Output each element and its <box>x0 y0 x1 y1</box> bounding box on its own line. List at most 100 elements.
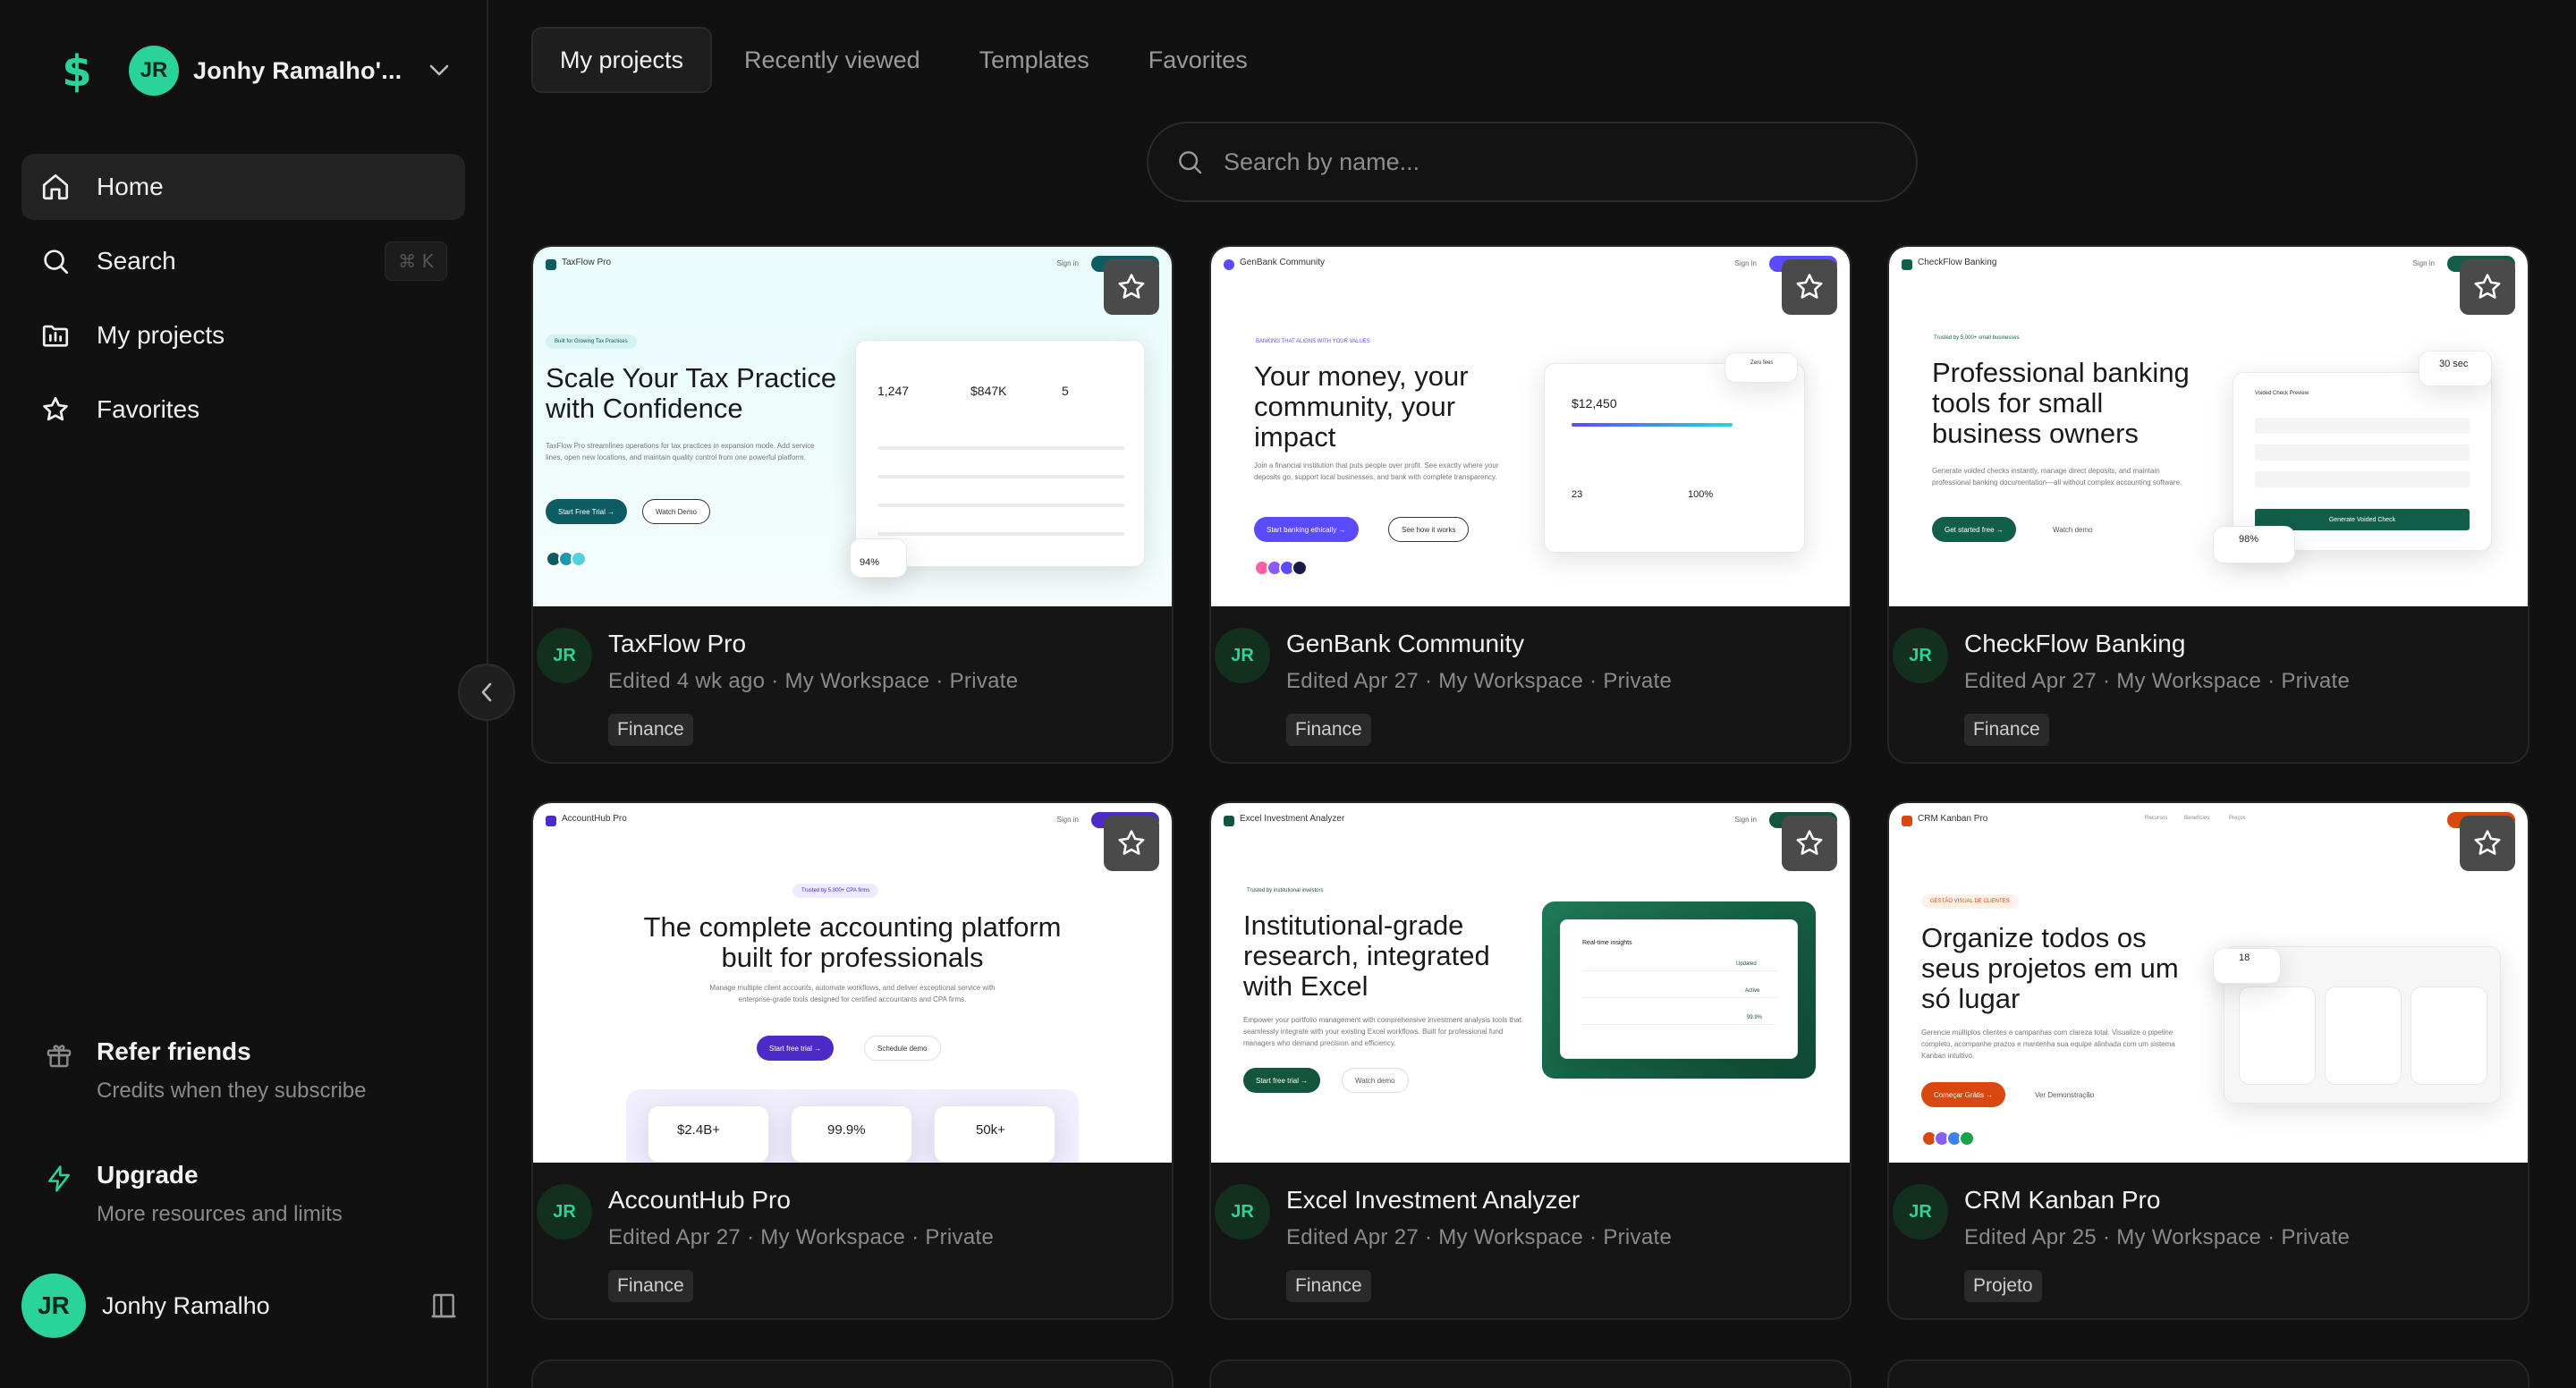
project-info: JR AccountHub Pro Edited Apr 27 · My Wor… <box>533 1163 1172 1318</box>
favorite-button[interactable] <box>1782 816 1837 871</box>
mini-stat-card: 98% <box>2213 526 2295 563</box>
sidebar-item-projects[interactable]: My projects <box>21 302 465 368</box>
sidebar-item-label: Favorites <box>97 395 200 423</box>
star-icon <box>2474 830 2501 855</box>
project-tabs: My projects Recently viewed Templates Fa… <box>531 27 1280 93</box>
tab-recently-viewed[interactable]: Recently viewed <box>717 27 947 93</box>
mini-description: TaxFlow Pro streamlines operations for t… <box>546 442 815 461</box>
workspace-avatar: JR <box>129 46 179 96</box>
tab-my-projects[interactable]: My projects <box>531 27 713 93</box>
tab-templates[interactable]: Templates <box>953 27 1116 93</box>
project-meta: Edited Apr 27 · My Workspace · Private <box>1964 669 2351 693</box>
favorite-button[interactable] <box>1104 816 1159 871</box>
mini-secondary-button: Watch Demo <box>642 499 710 524</box>
project-info: JR Excel Investment Analyzer Edited Apr … <box>1211 1163 1850 1318</box>
star-icon <box>39 394 72 426</box>
project-thumbnail[interactable]: GenBank Community Sign in BANKING THAT A… <box>1211 247 1850 606</box>
project-card[interactable] <box>1209 1359 1852 1388</box>
search-icon <box>39 245 72 277</box>
project-name[interactable]: CRM Kanban Pro <box>1964 1186 2160 1214</box>
mini-signin: Sign in <box>2412 259 2435 267</box>
avatar: JR <box>1893 1184 1948 1240</box>
tab-favorites[interactable]: Favorites <box>1122 27 1275 93</box>
star-icon <box>1796 274 1823 299</box>
project-card[interactable] <box>531 1359 1174 1388</box>
mini-primary-button: Start Free Trial → <box>546 499 628 524</box>
workspace-switcher[interactable]: $ JR Jonhy Ramalho'... <box>55 45 452 97</box>
main-content: My projects Recently viewed Templates Fa… <box>490 0 2576 1388</box>
project-tag: Projeto <box>1964 1270 2042 1302</box>
mini-signin: Sign in <box>1734 816 1757 824</box>
project-card[interactable]: AccountHub Pro Sign in Trusted by 5,000+… <box>531 801 1174 1320</box>
mini-brand: CRM Kanban Pro <box>1918 814 1988 824</box>
project-thumbnail[interactable]: CheckFlow Banking Sign in Trusted by 5,0… <box>1889 247 2528 606</box>
project-name[interactable]: TaxFlow Pro <box>608 630 746 658</box>
mini-avatars <box>546 551 587 567</box>
search-input[interactable] <box>1224 148 1850 176</box>
project-thumbnail[interactable]: AccountHub Pro Sign in Trusted by 5,000+… <box>533 803 1172 1163</box>
shortcut-badge: ⌘ K <box>385 241 447 281</box>
workspace-name: Jonhy Ramalho'... <box>193 56 402 84</box>
favorite-button[interactable] <box>2460 259 2515 315</box>
project-name[interactable]: GenBank Community <box>1286 630 1524 658</box>
mini-description: Join a financial institution that puts p… <box>1254 461 1499 481</box>
project-card[interactable]: CRM Kanban Pro Recursos Benefícios Preço… <box>1887 801 2529 1320</box>
mini-primary-button: Start banking ethically → <box>1254 517 1359 542</box>
mini-logo <box>1902 259 1912 270</box>
collapse-sidebar-button[interactable] <box>458 664 515 721</box>
project-tag: Finance <box>608 1270 693 1302</box>
mini-primary-button: Começar Grátis → <box>1921 1082 2006 1107</box>
favorite-button[interactable] <box>1782 259 1837 315</box>
mini-stats-band: $2.4B+ 99.9% 50k+ <box>626 1089 1079 1163</box>
sidebar-item-home[interactable]: Home <box>21 154 465 220</box>
mini-secondary-button: Watch demo <box>1342 1068 1409 1093</box>
mini-avatars <box>1921 1130 1975 1147</box>
mini-brand: GenBank Community <box>1240 258 1326 267</box>
project-meta: Edited Apr 27 · My Workspace · Private <box>1286 1225 1673 1249</box>
sidebar-toggle-icon[interactable] <box>428 1290 460 1322</box>
project-card[interactable]: TaxFlow Pro Sign in Built for Growing Ta… <box>531 245 1174 764</box>
svg-text:$: $ <box>62 47 91 95</box>
project-card[interactable]: CheckFlow Banking Sign in Trusted by 5,0… <box>1887 245 2529 764</box>
project-name[interactable]: AccountHub Pro <box>608 1186 791 1214</box>
chevron-down-icon[interactable] <box>427 58 452 83</box>
sidebar-item-search[interactable]: Search ⌘ K <box>21 228 465 294</box>
mini-headline: The complete accounting platform built f… <box>643 911 1062 973</box>
project-meta: Edited Apr 27 · My Workspace · Private <box>608 1225 995 1249</box>
project-thumbnail[interactable]: CRM Kanban Pro Recursos Benefícios Preço… <box>1889 803 2528 1163</box>
avatar: JR <box>537 1184 592 1240</box>
mini-check-preview: Voided Check Preview Generate Voided Che… <box>2233 372 2492 551</box>
search-bar[interactable] <box>1147 122 1918 202</box>
project-card[interactable] <box>1887 1359 2529 1388</box>
project-info: JR GenBank Community Edited Apr 27 · My … <box>1211 606 1850 762</box>
avatar: JR <box>1893 628 1948 683</box>
project-thumbnail[interactable]: TaxFlow Pro Sign in Built for Growing Ta… <box>533 247 1172 606</box>
mini-dashboard: $12,450 23 100% <box>1544 363 1805 553</box>
user-profile[interactable]: JR Jonhy Ramalho <box>21 1274 460 1338</box>
refer-friends[interactable]: Refer friends Credits when they subscrib… <box>43 1037 366 1104</box>
mini-badge: Trusted by institutional investors <box>1247 888 1324 893</box>
favorite-button[interactable] <box>2460 816 2515 871</box>
project-tag: Finance <box>1286 714 1371 746</box>
upgrade[interactable]: Upgrade More resources and limits <box>43 1161 343 1227</box>
gift-icon <box>43 1039 75 1071</box>
refer-subtitle: Credits when they subscribe <box>97 1079 367 1103</box>
avatar: JR <box>21 1274 86 1338</box>
mini-signin: Sign in <box>1056 816 1079 824</box>
project-name[interactable]: Excel Investment Analyzer <box>1286 1186 1580 1214</box>
mini-headline: Organize todos os seus projetos em um só… <box>1921 922 2179 1014</box>
mini-brand: Excel Investment Analyzer <box>1240 814 1345 824</box>
mini-headline: Professional banking tools for small bus… <box>1932 357 2190 449</box>
favorite-button[interactable] <box>1104 259 1159 315</box>
project-card[interactable]: Excel Investment Analyzer Sign in Truste… <box>1209 801 1852 1320</box>
mini-stat-card: 30 sec <box>2419 351 2492 386</box>
search-icon <box>1179 151 1202 174</box>
sidebar-item-label: Home <box>97 173 164 200</box>
mini-stat-card: Zero fees <box>1724 352 1798 383</box>
project-thumbnail[interactable]: Excel Investment Analyzer Sign in Truste… <box>1211 803 1850 1163</box>
project-name[interactable]: CheckFlow Banking <box>1964 630 2185 658</box>
mini-badge: Built for Growing Tax Practices <box>546 334 637 349</box>
mini-headline: Your money, your community, your impact <box>1254 360 1469 453</box>
sidebar-item-favorites[interactable]: Favorites <box>21 377 465 443</box>
project-card[interactable]: GenBank Community Sign in BANKING THAT A… <box>1209 245 1852 764</box>
